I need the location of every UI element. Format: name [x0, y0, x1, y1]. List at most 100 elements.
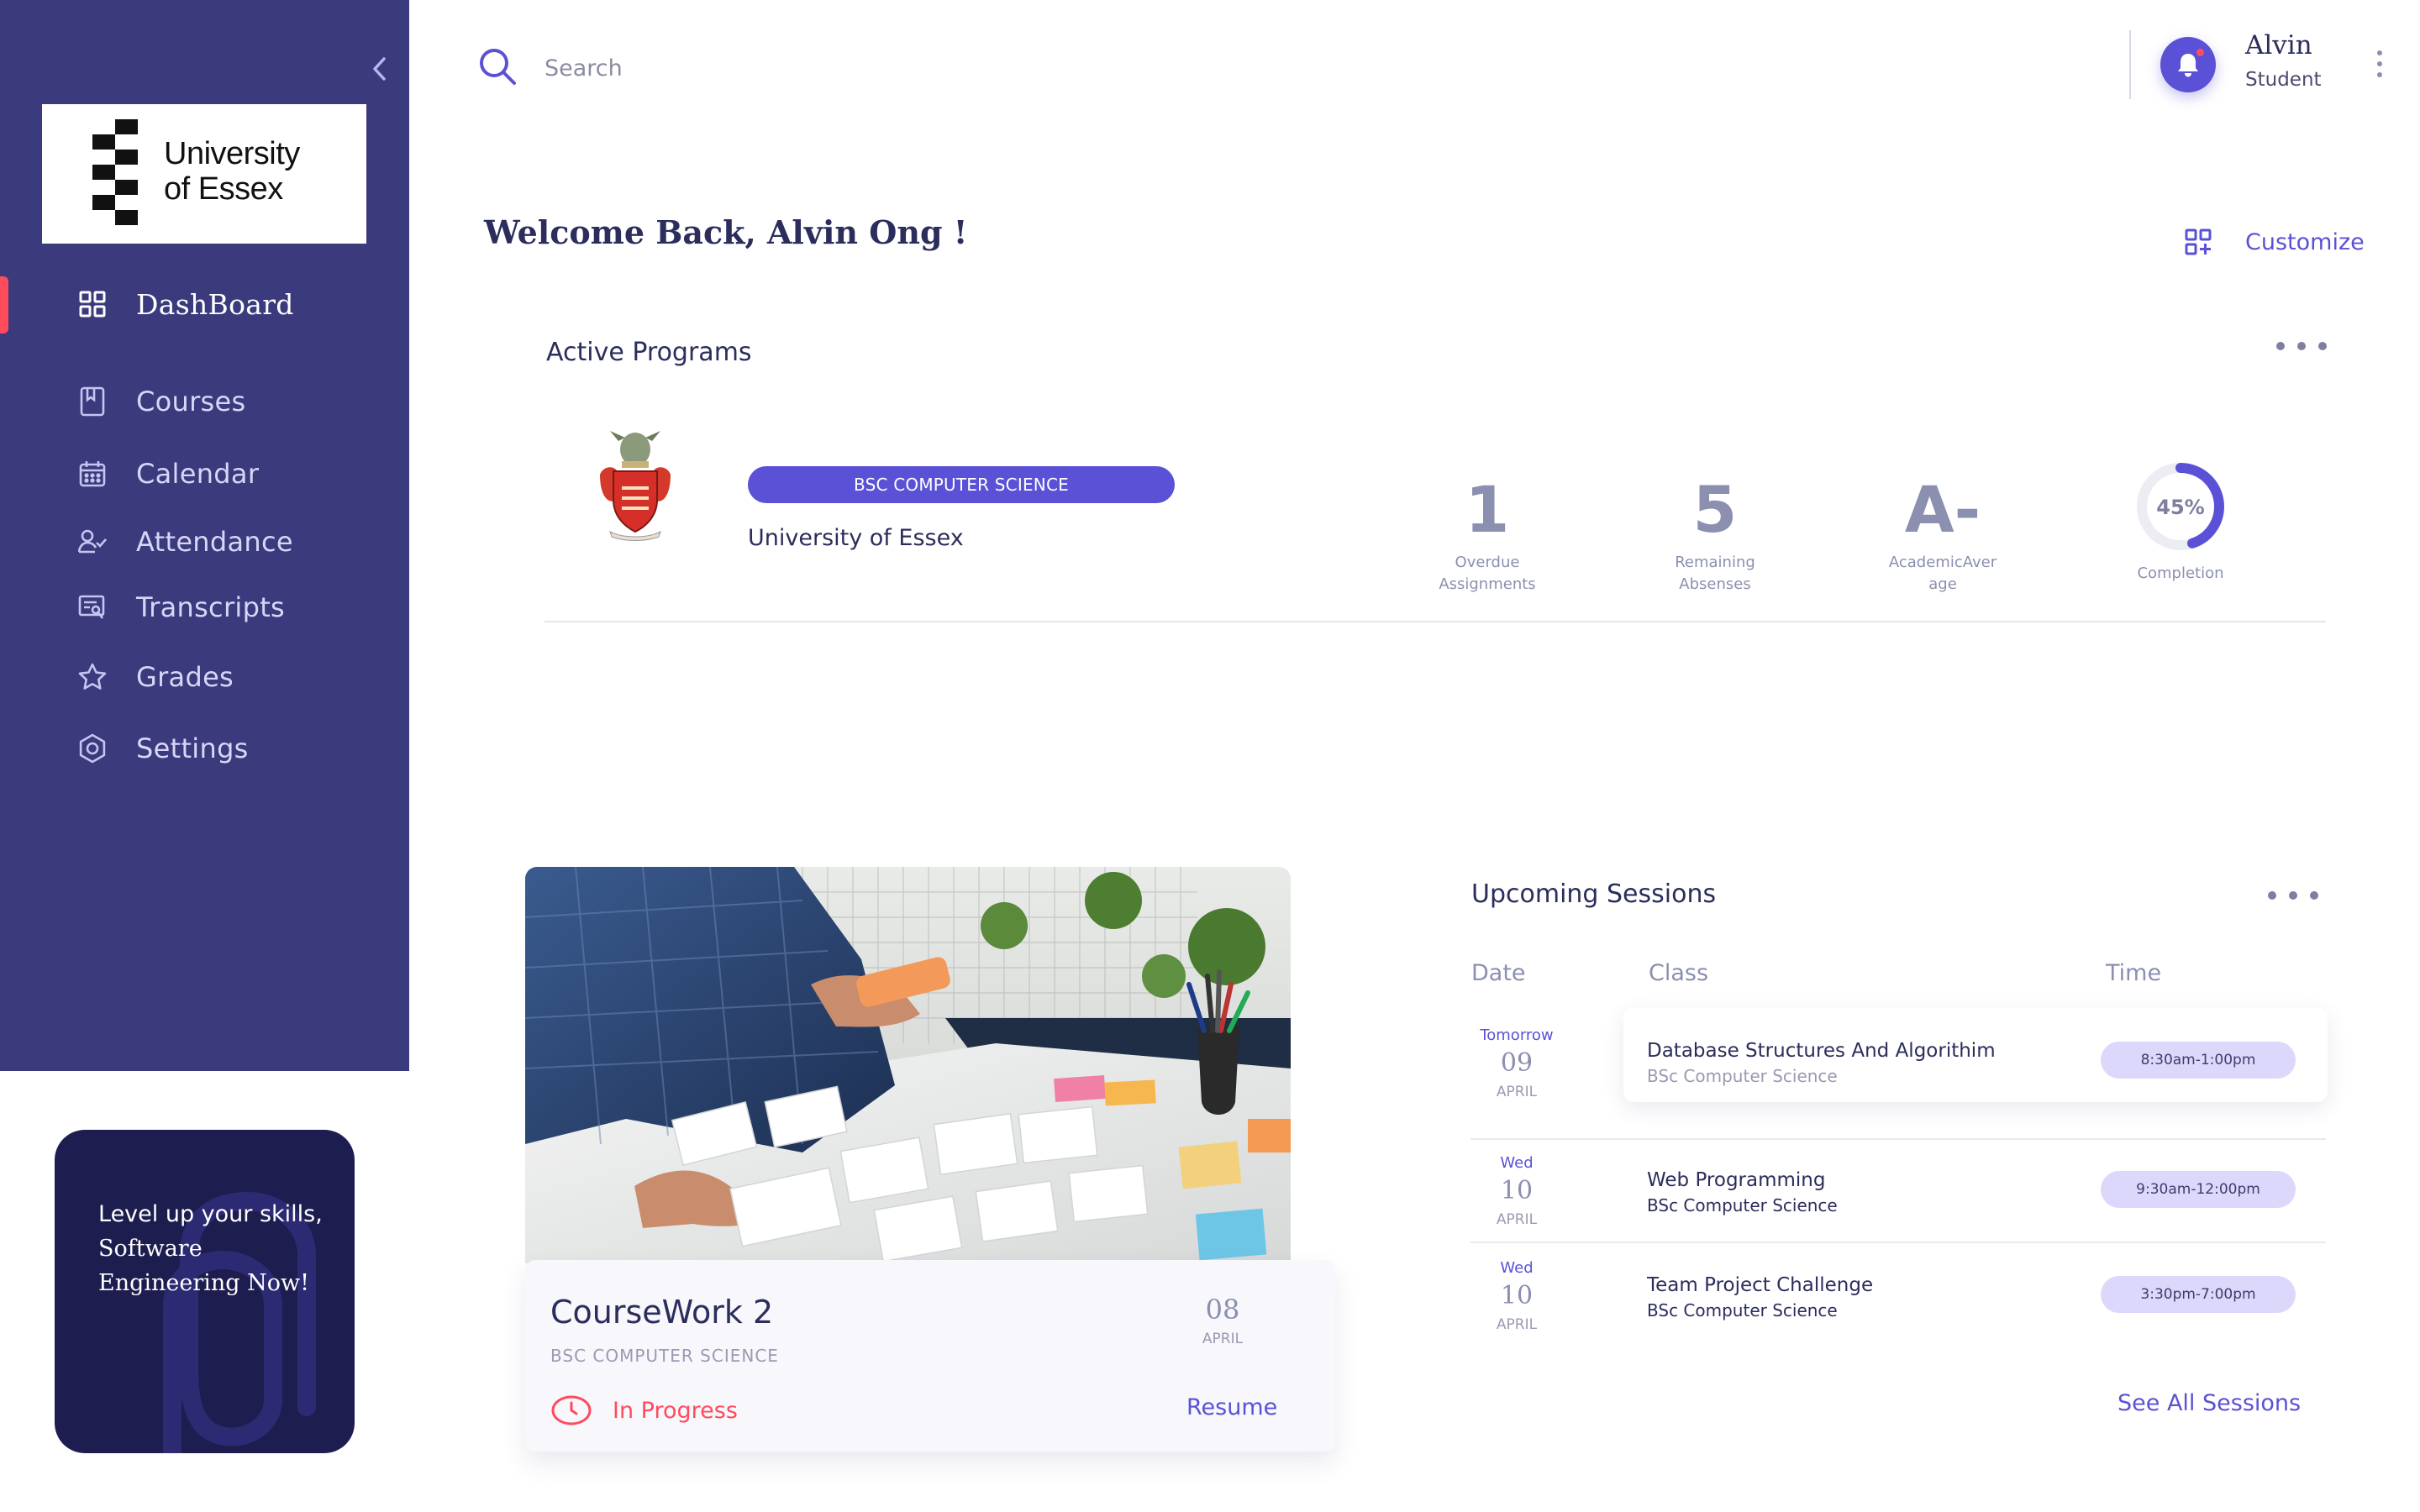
sidebar-item-label: DashBoard [136, 287, 294, 321]
customize-label: Customize [2245, 228, 2365, 255]
search-input[interactable] [544, 49, 1049, 87]
stat-label-line-2: age [1928, 575, 1957, 593]
active-programs-title: Active Programs [546, 338, 752, 367]
coursework-photo [525, 867, 1291, 1263]
session-date: 09 [1500, 1048, 1534, 1078]
welcome-title: Welcome Back, Alvin Ong ! [484, 213, 968, 251]
stat-overdue-assignments: 1 Overdue Assignments [1412, 475, 1563, 596]
sidebar-item-grades[interactable]: Grades [0, 648, 409, 706]
sidebar-item-courses[interactable]: Courses [0, 372, 409, 431]
stat-label-line-2: Absenses [1679, 575, 1751, 593]
row-divider [1470, 1242, 2326, 1243]
active-programs-menu[interactable] [2274, 339, 2329, 353]
sidebar-item-label: Transcripts [136, 591, 286, 623]
session-row[interactable]: Wed 10 APRIL Team Project Challenge BSc … [1470, 1259, 2328, 1343]
column-header-class: Class [1649, 960, 1709, 986]
session-class: Web Programming [1647, 1169, 1826, 1191]
column-header-date: Date [1471, 960, 1526, 986]
sidebar-item-label: Courses [136, 386, 246, 417]
stat-label-line-1: Remaining [1675, 554, 1755, 571]
sidebar: University of Essex DashBoard Courses Ca… [0, 0, 409, 1071]
sidebar-item-dashboard[interactable]: DashBoard [0, 275, 409, 333]
promo-text: Level up your skills, Software Engineeri… [98, 1197, 325, 1300]
promo-card[interactable]: Level up your skills, Software Engineeri… [55, 1130, 355, 1453]
session-time: 3:30pm-7:00pm [2101, 1276, 2296, 1313]
sidebar-item-label: Calendar [136, 458, 260, 490]
sidebar-item-settings[interactable]: Settings [0, 719, 409, 778]
session-date: 10 [1500, 1281, 1534, 1310]
promo-line-3: Engineering Now! [98, 1270, 310, 1296]
search-icon[interactable] [477, 46, 518, 91]
completion-label: Completion [2137, 564, 2224, 582]
coursework-card[interactable]: CourseWork 2 BSC COMPUTER SCIENCE 08 APR… [525, 1260, 1335, 1452]
completion-progress: 45% Completion [2113, 460, 2248, 582]
coursework-day: 08 [1205, 1294, 1240, 1326]
transcript-icon [76, 591, 109, 624]
star-icon [76, 660, 109, 694]
user-name: Alvin [2245, 30, 2312, 60]
stat-label-line-1: Overdue [1455, 554, 1520, 571]
coursework-month: APRIL [1202, 1331, 1244, 1347]
user-role: Student [2245, 69, 2322, 91]
session-month: APRIL [1496, 1316, 1538, 1333]
stat-remaining-absences: 5 Remaining Absenses [1639, 475, 1791, 596]
stat-label: Overdue Assignments [1412, 552, 1563, 596]
university-crest-icon [600, 431, 671, 541]
stat-label: Remaining Absenses [1639, 552, 1791, 596]
coursework-title: CourseWork 2 [550, 1294, 774, 1331]
session-date: 10 [1500, 1176, 1534, 1205]
stat-label-line-2: Assignments [1439, 575, 1536, 593]
customize-button[interactable]: Customize [2185, 228, 2365, 255]
sidebar-item-label: Settings [136, 732, 249, 764]
sidebar-item-label: Attendance [136, 526, 293, 558]
chevron-left-icon [373, 57, 386, 81]
session-time: 8:30am-1:00pm [2101, 1042, 2296, 1079]
session-class: Team Project Challenge [1647, 1274, 1874, 1296]
user-menu-button[interactable] [2371, 49, 2388, 82]
session-class: Database Structures And Algorithim [1647, 1040, 1996, 1062]
session-day: Wed [1500, 1259, 1534, 1277]
grid-icon [76, 287, 109, 321]
sidebar-item-attendance[interactable]: Attendance [0, 512, 409, 571]
stat-value: A- [1904, 472, 1981, 547]
session-row[interactable]: Wed 10 APRIL Web Programming BSc Compute… [1470, 1154, 2328, 1238]
stat-label-line-1: AcademicAver [1888, 554, 1997, 571]
session-program: BSc Computer Science [1647, 1195, 1838, 1215]
sidebar-item-label: Grades [136, 661, 234, 693]
logo-line-1: University [164, 136, 300, 171]
stat-academic-average: A- AcademicAver age [1867, 475, 2018, 596]
more-horizontal-icon [2276, 342, 2327, 350]
section-divider [544, 621, 2326, 622]
university-logo-text: University of Essex [164, 136, 300, 207]
resume-button[interactable]: Resume [1186, 1394, 1277, 1420]
session-day: Wed [1500, 1154, 1534, 1172]
sidebar-item-transcripts[interactable]: Transcripts [0, 578, 409, 637]
header-divider [2129, 30, 2131, 99]
program-university: University of Essex [748, 525, 964, 551]
more-horizontal-icon [2268, 891, 2318, 900]
see-all-sessions-link[interactable]: See All Sessions [2118, 1390, 2301, 1416]
row-divider [1470, 1138, 2326, 1140]
notification-dot [2195, 47, 2206, 58]
session-program: BSc Computer Science [1647, 1300, 1838, 1320]
completion-value: 45% [2156, 496, 2205, 519]
logo-line-2: of Essex [164, 171, 283, 207]
promo-line-1: Level up your skills, [98, 1201, 323, 1227]
column-header-time: Time [2106, 960, 2162, 986]
upcoming-sessions-menu[interactable] [2265, 889, 2321, 902]
notification-button[interactable] [2160, 37, 2216, 92]
stat-value: 1 [1465, 472, 1510, 547]
sidebar-item-calendar[interactable]: Calendar [0, 444, 409, 503]
session-row[interactable]: Tomorrow 09 APRIL Database Structures An… [1470, 1008, 2328, 1110]
session-month: APRIL [1496, 1211, 1538, 1228]
coursework-status: In Progress [550, 1394, 738, 1426]
collapse-sidebar-button[interactable] [363, 52, 397, 86]
user-check-icon [76, 525, 109, 559]
university-logo: University of Essex [42, 104, 366, 244]
gear-icon [76, 732, 109, 765]
session-day: Tomorrow [1480, 1026, 1554, 1044]
session-month: APRIL [1496, 1084, 1538, 1100]
session-program: BSc Computer Science [1647, 1066, 1838, 1086]
coursework-subtitle: BSC COMPUTER SCIENCE [550, 1346, 779, 1366]
kebab-menu-icon [2377, 50, 2382, 77]
